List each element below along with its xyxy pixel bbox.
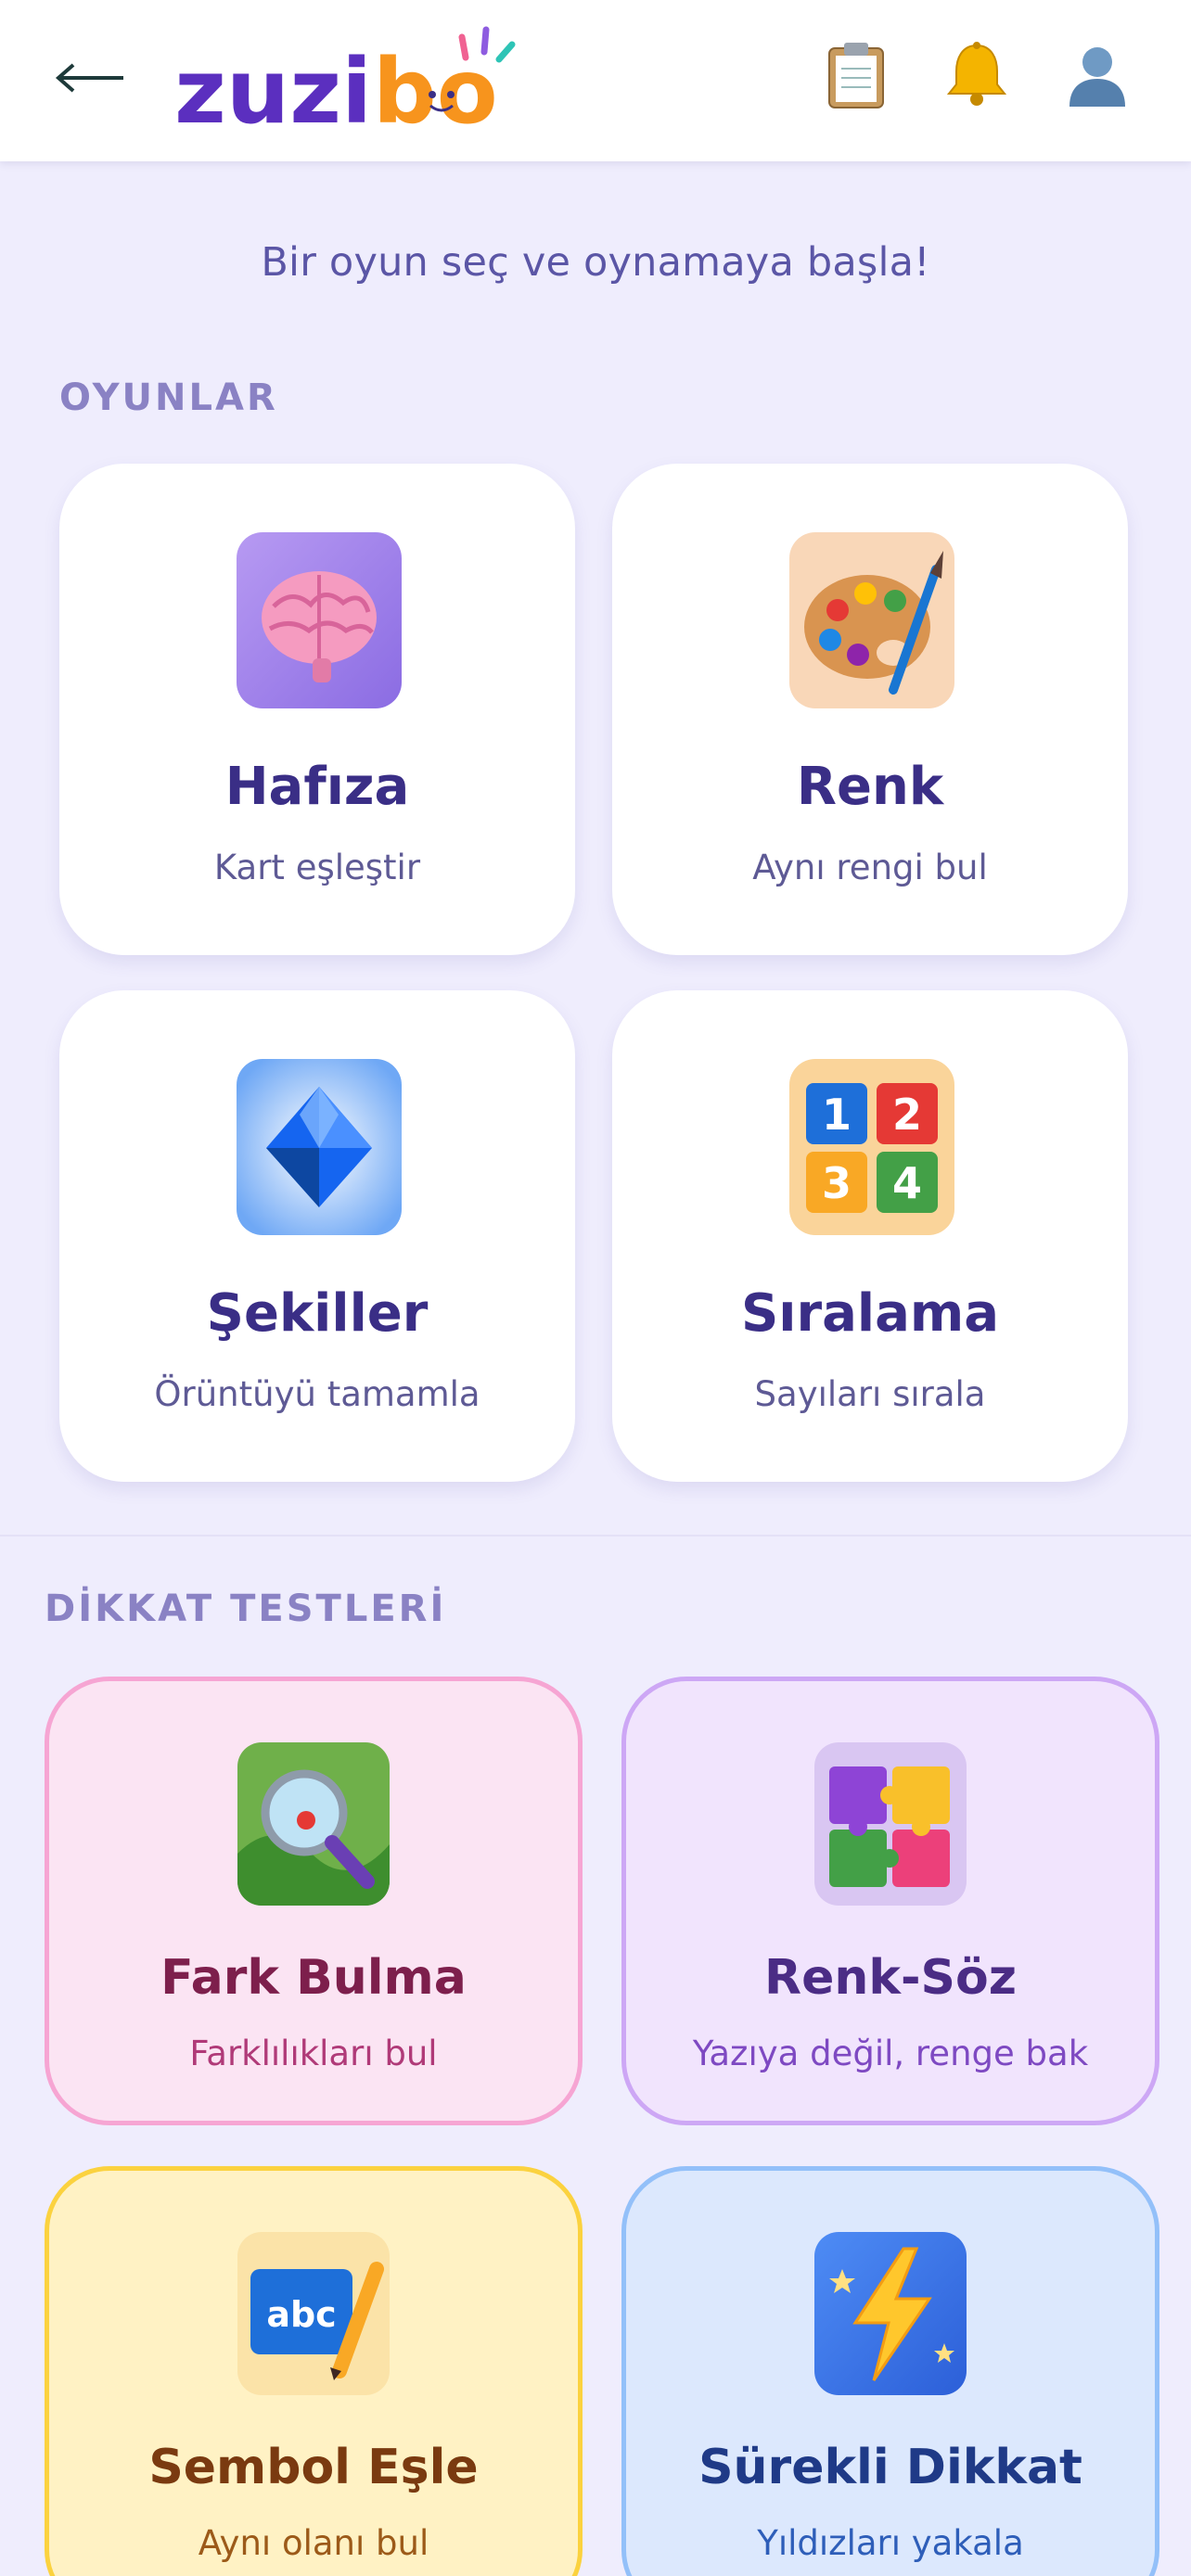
svg-text:zuzi: zuzi — [174, 40, 372, 141]
profile-button[interactable] — [1057, 35, 1137, 115]
puzzle-icon — [814, 1742, 967, 1906]
back-button[interactable] — [48, 41, 132, 115]
clipboard-button[interactable] — [816, 35, 896, 115]
page-subtitle: Bir oyun seç ve oynamaya başla! — [261, 239, 930, 286]
test-card-fark-bulma[interactable]: Fark Bulma Farklılıkları bul — [45, 1677, 583, 2125]
game-card-siralama[interactable]: 1 2 3 4 Sıralama Sayıları sırala — [612, 990, 1128, 1482]
test-description: Farklılıkları bul — [189, 2034, 438, 2073]
game-description: Aynı rengi bul — [752, 848, 988, 887]
test-title: Sürekli Dikkat — [698, 2440, 1082, 2495]
game-description: Sayıları sırala — [754, 1374, 986, 1414]
game-title: Sıralama — [740, 1283, 1000, 1344]
diamond-icon — [237, 1059, 402, 1235]
user-icon — [1069, 47, 1125, 107]
notifications-button[interactable] — [937, 35, 1017, 115]
number-blocks-icon: 1 2 3 4 — [789, 1059, 954, 1235]
test-description: Yazıya değil, renge bak — [692, 2034, 1089, 2073]
block-number: 2 — [892, 1090, 922, 1140]
game-card-hafiza[interactable]: Hafıza Kart eşleştir — [59, 464, 575, 955]
game-description: Örüntüyü tamamla — [154, 1374, 480, 1414]
game-title: Hafıza — [224, 757, 410, 817]
block-number: 4 — [892, 1158, 922, 1208]
abc-label: abc — [266, 2294, 336, 2335]
game-card-renk[interactable]: Renk Aynı rengi bul — [612, 464, 1128, 955]
svg-text:bo: bo — [373, 40, 498, 141]
game-title: Şekiller — [206, 1283, 429, 1344]
lightning-icon — [814, 2232, 967, 2395]
games-section-title: OYUNLAR — [59, 376, 278, 419]
test-description: Aynı olanı bul — [198, 2523, 429, 2563]
zuzibo-logo: zuzi bo — [174, 20, 536, 141]
block-number: 1 — [822, 1090, 852, 1140]
tests-section-title: DİKKAT TESTLERİ — [45, 1588, 447, 1630]
game-title: Renk — [796, 757, 944, 817]
section-divider — [0, 1535, 1191, 1537]
test-card-surekli-dikkat[interactable]: Sürekli Dikkat Yıldızları yakala — [621, 2166, 1159, 2576]
test-title: Renk-Söz — [764, 1950, 1017, 2006]
test-title: Fark Bulma — [160, 1950, 467, 2006]
block-number: 3 — [822, 1158, 852, 1208]
palette-icon — [789, 532, 954, 708]
bell-icon — [946, 42, 1007, 106]
test-card-renk-soz[interactable]: Renk-Söz Yazıya değil, renge bak — [621, 1677, 1159, 2125]
magnifier-icon — [237, 1742, 390, 1906]
brain-icon — [237, 532, 402, 708]
arrow-left-icon — [55, 63, 123, 93]
test-title: Sembol Eşle — [148, 2440, 479, 2495]
test-description: Yıldızları yakala — [757, 2523, 1024, 2563]
test-card-sembol-esle[interactable]: abc Sembol Eşle Aynı olanı bul — [45, 2166, 583, 2576]
game-description: Kart eşleştir — [213, 848, 421, 887]
app-header: zuzi bo — [0, 0, 1191, 161]
clipboard-icon — [828, 43, 884, 108]
abc-pencil-icon: abc — [237, 2232, 390, 2395]
game-card-sekiller[interactable]: Şekiller Örüntüyü tamamla — [59, 990, 575, 1482]
